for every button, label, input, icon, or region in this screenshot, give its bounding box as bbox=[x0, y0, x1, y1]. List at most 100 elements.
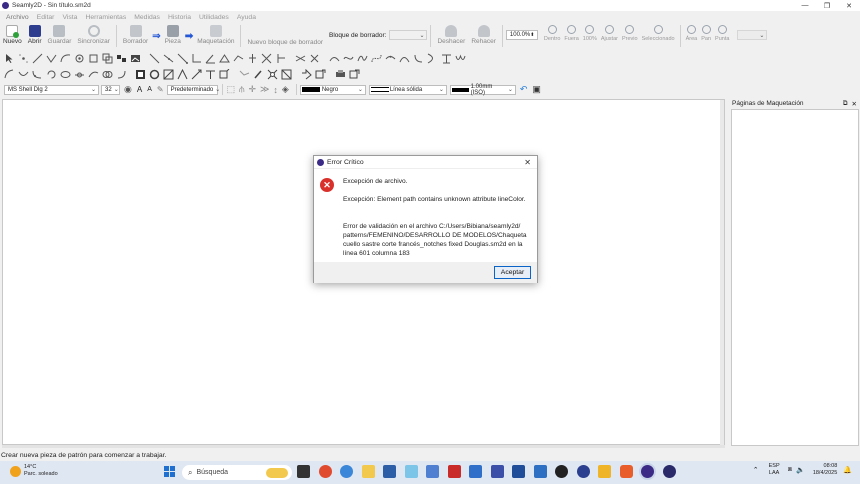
chrome-icon[interactable] bbox=[318, 465, 332, 478]
defender-icon[interactable] bbox=[469, 465, 482, 478]
crosshair-icon[interactable]: ✛ bbox=[248, 84, 256, 95]
snap-angle-icon[interactable]: ⫛ bbox=[239, 84, 244, 95]
menu-editar[interactable]: Editar bbox=[37, 14, 55, 21]
tag-icon[interactable]: ◈ bbox=[282, 84, 289, 95]
redo-button[interactable]: Rehacer bbox=[468, 23, 499, 49]
triangle-tool-icon[interactable] bbox=[219, 53, 230, 64]
anchor-point-icon[interactable] bbox=[281, 69, 292, 80]
horizontal-scrollbar[interactable] bbox=[2, 445, 725, 448]
true-dart-icon[interactable] bbox=[441, 53, 452, 64]
ellipse-arc-icon[interactable] bbox=[60, 69, 71, 80]
notifications-icon[interactable]: 🔔 bbox=[843, 466, 852, 474]
file-explorer-icon[interactable] bbox=[361, 465, 375, 478]
pan-button[interactable]: Pan bbox=[699, 23, 713, 42]
group-tool-icon[interactable] bbox=[102, 53, 113, 64]
eye-icon[interactable]: ◉ bbox=[124, 84, 132, 95]
bisector-tool-icon[interactable] bbox=[205, 53, 216, 64]
export-piece-icon[interactable] bbox=[315, 69, 326, 80]
mirror-icon[interactable] bbox=[177, 68, 188, 80]
rotate-arc-icon[interactable] bbox=[46, 69, 57, 80]
print-layout-icon[interactable] bbox=[335, 69, 346, 80]
acrobat-icon[interactable] bbox=[447, 465, 461, 478]
outlook-icon[interactable] bbox=[426, 465, 439, 478]
spline-tool-icon[interactable] bbox=[343, 53, 354, 64]
seamlyme-icon[interactable] bbox=[662, 465, 676, 478]
zoom-selected-button[interactable]: Seleccionado bbox=[640, 23, 677, 42]
line-tool-icon[interactable] bbox=[32, 53, 43, 64]
settings-app-icon[interactable] bbox=[576, 465, 590, 478]
color-combo[interactable]: Negro ⌄ bbox=[299, 84, 366, 95]
tangent-tool-icon[interactable] bbox=[427, 53, 438, 64]
intersect-tool-icon[interactable] bbox=[261, 53, 272, 64]
rotation-icon[interactable] bbox=[149, 69, 160, 80]
word-icon[interactable] bbox=[490, 465, 504, 478]
windows-start-icon[interactable] bbox=[164, 466, 175, 477]
network-icon[interactable]: ⧈ bbox=[788, 466, 792, 474]
menu-herramientas[interactable]: Herramientas bbox=[85, 14, 126, 21]
task-view-icon[interactable] bbox=[297, 465, 310, 478]
notes-icon[interactable] bbox=[598, 465, 611, 478]
brave-icon[interactable] bbox=[619, 465, 633, 478]
point-tool-icon[interactable] bbox=[18, 53, 29, 64]
gear-icon[interactable] bbox=[74, 53, 85, 64]
spline-cut-icon[interactable] bbox=[413, 53, 424, 64]
menu-medidas[interactable]: Medidas bbox=[134, 14, 160, 21]
new-button[interactable]: Nuevo bbox=[0, 23, 25, 49]
normal-tool-icon[interactable] bbox=[191, 53, 202, 64]
save-button[interactable]: Guardar bbox=[45, 23, 75, 49]
pieces-tool-icon[interactable] bbox=[116, 53, 127, 64]
taskbar-search[interactable]: ⌕ Búsqueda bbox=[182, 465, 292, 480]
line-segment-icon[interactable] bbox=[149, 53, 160, 64]
internal-path-icon[interactable] bbox=[267, 69, 278, 80]
open-button[interactable]: Abrir bbox=[25, 23, 45, 49]
arc-tangent-icon[interactable] bbox=[88, 69, 99, 80]
spline-path-icon[interactable] bbox=[357, 53, 368, 64]
angle-tool-icon[interactable] bbox=[46, 53, 57, 64]
snap-grid-icon[interactable]: ⬚ bbox=[227, 84, 236, 95]
close-window-button[interactable]: ✕ bbox=[838, 0, 860, 11]
menu-historia[interactable]: Historia bbox=[168, 14, 191, 21]
unity-icon[interactable] bbox=[555, 465, 568, 478]
move-icon[interactable] bbox=[191, 69, 202, 80]
menu-utilidades[interactable]: Utilidades bbox=[199, 14, 229, 21]
line-intersect-icon[interactable] bbox=[295, 53, 306, 64]
language-indicator[interactable]: ESP LAA bbox=[769, 463, 780, 477]
new-draft-block-button[interactable]: Nuevo bloque de borrador bbox=[244, 23, 326, 49]
vertical-scrollbar[interactable] bbox=[720, 100, 724, 445]
shoulder-tool-icon[interactable] bbox=[233, 53, 244, 64]
forward-icon[interactable]: ≫ bbox=[260, 84, 269, 95]
chevron-up-icon[interactable]: ⌃ bbox=[753, 466, 759, 474]
cut-spline-icon[interactable] bbox=[385, 53, 396, 64]
font-size-combo[interactable]: 32 ⌄ bbox=[101, 84, 120, 95]
font-decrease-icon[interactable]: A bbox=[147, 86, 152, 93]
cubic-spline-icon[interactable] bbox=[371, 53, 382, 64]
undock-icon[interactable]: ⧉ bbox=[843, 100, 848, 108]
union-icon[interactable] bbox=[239, 69, 250, 80]
accept-button[interactable]: Aceptar bbox=[494, 266, 531, 279]
zoom-point-button[interactable]: Punta bbox=[713, 23, 731, 42]
close-panel-icon[interactable]: ✕ bbox=[852, 100, 857, 108]
line-along-icon[interactable] bbox=[163, 53, 174, 64]
layout-mode-button[interactable]: Maquetación bbox=[194, 23, 237, 49]
image-tool-icon[interactable] bbox=[130, 53, 141, 64]
calculator-icon[interactable] bbox=[533, 465, 547, 478]
arc-intersect-icon[interactable] bbox=[399, 53, 410, 64]
layout-pages-list[interactable] bbox=[731, 109, 859, 446]
circle-intersect-icon[interactable] bbox=[102, 69, 113, 80]
line-end-icon[interactable] bbox=[177, 53, 188, 64]
wave-tool-icon[interactable] bbox=[455, 53, 466, 64]
label-icon[interactable] bbox=[219, 68, 230, 80]
sync-button[interactable]: Sincronizar bbox=[74, 23, 113, 49]
perpendicular-tool-icon[interactable] bbox=[275, 53, 286, 64]
arc-cut-icon[interactable] bbox=[32, 69, 43, 80]
edge-icon[interactable] bbox=[340, 465, 353, 478]
group-select-icon[interactable] bbox=[135, 69, 146, 80]
draft-mode-button[interactable]: Borrador bbox=[120, 23, 151, 49]
weather-widget[interactable]: 14°C Parc. soleado bbox=[10, 464, 58, 478]
zoom-spinbox[interactable]: 100.0% ⬍ bbox=[505, 30, 538, 40]
photos-icon[interactable] bbox=[512, 465, 525, 478]
curve-tool-icon[interactable] bbox=[329, 53, 340, 64]
zoom-fit-button[interactable]: Ajustar bbox=[599, 23, 620, 42]
line-weight-combo[interactable]: 1.00mm (ISO) ⌄ bbox=[449, 84, 516, 96]
arc-radius-icon[interactable] bbox=[4, 69, 15, 80]
